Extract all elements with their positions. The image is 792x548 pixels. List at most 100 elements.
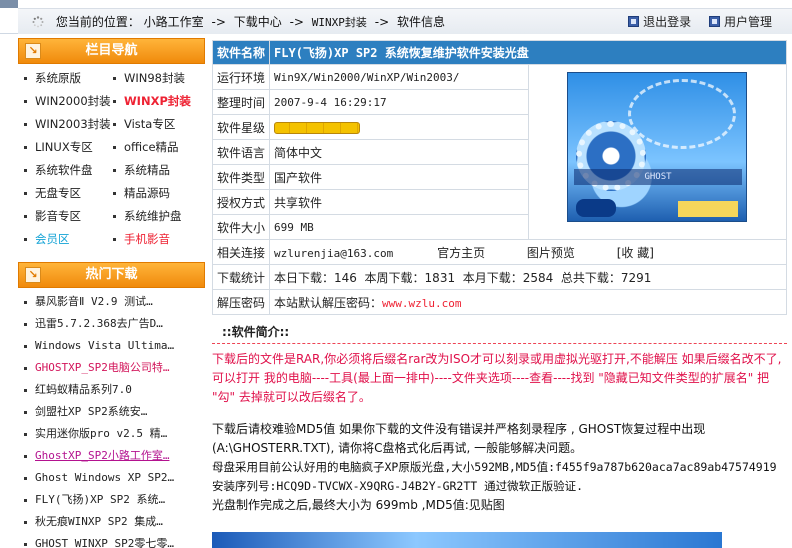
nav-item-mobile[interactable]: 手机影音 <box>113 228 202 251</box>
hot-item[interactable]: Ghost Windows XP SP2… <box>24 467 205 489</box>
favorite-link[interactable]: [收 藏] <box>617 246 654 260</box>
bullet-icon <box>113 169 116 172</box>
hot-item[interactable]: GHOSTXP_SP2电脑公司特… <box>24 357 205 379</box>
logout-link[interactable]: 退出登录 <box>643 15 691 29</box>
nav-panel-title: 栏目导航 <box>85 43 138 58</box>
hot-item[interactable]: 实用迷你版pro v2.5 精… <box>24 423 205 445</box>
hot-item[interactable]: GHOST WINXP_SP2零七零… <box>24 533 205 548</box>
breadcrumb: 您当前的位置： 小路工作室 -> 下载中心 -> WINXP封装 -> 软件信息 <box>32 13 445 30</box>
nav-item[interactable]: 系统软件盘 <box>24 159 113 182</box>
nav-item[interactable]: office精品 <box>113 136 202 159</box>
type-label: 软件类型 <box>211 164 271 190</box>
email-link[interactable]: wzlurenjia@163.com <box>274 247 393 260</box>
nav-item[interactable]: WIN98封装 <box>113 67 202 90</box>
breadcrumb-home[interactable]: 小路工作室 <box>144 15 204 29</box>
breadcrumb-separator: -> <box>211 15 226 29</box>
license-value: 共享软件 <box>269 189 529 215</box>
hot-item[interactable]: FLY(飞扬)XP SP2 系统… <box>24 489 205 511</box>
env-label: 运行环境 <box>211 64 271 90</box>
homepage-link[interactable]: 官方主页 <box>437 246 485 260</box>
bullet-icon <box>113 100 116 103</box>
hot-item[interactable]: 剑盟社XP SP2系统安… <box>24 401 205 423</box>
nav-item[interactable]: 影音专区 <box>24 205 113 228</box>
breadcrumb-separator: -> <box>374 15 390 29</box>
nav-item[interactable]: WIN2000封装 <box>24 90 113 113</box>
intro-final-size: 光盘制作完成之后,最终大小为 699mb ,MD5值:见贴图 <box>212 498 505 512</box>
bullet-icon <box>113 238 116 241</box>
user-admin-link[interactable]: 用户管理 <box>724 15 772 29</box>
unzip-text: 本站默认解压密码： <box>274 295 383 310</box>
lang-value: 简体中文 <box>269 139 529 165</box>
cover-logo <box>576 199 616 217</box>
rating-stars <box>274 121 361 134</box>
software-intro: ::软件简介:: 下载后的文件是RAR,你必须将后缀名rar改为ISO才可以刻录… <box>212 320 787 515</box>
bullet-icon <box>24 322 27 326</box>
nav-item[interactable]: 系统原版 <box>24 67 113 90</box>
intro-paragraph: 下载后请校难验MD5值 如果你下载的文件没有错误并严格刻录程序 , GHOST恢… <box>212 422 706 455</box>
nav-item[interactable]: 精品源码 <box>113 182 202 205</box>
bullet-icon <box>24 300 27 304</box>
bullet-icon <box>24 169 27 172</box>
hot-item-visited[interactable]: GhostXP_SP2小路工作室… <box>24 445 205 467</box>
bullet-icon <box>113 215 116 218</box>
lang-label: 软件语言 <box>211 139 271 165</box>
env-value: Win9X/Win2000/WinXP/Win2003/ <box>269 64 529 90</box>
info-table: 软件名称 FLY(飞扬)XP SP2 系统恢复维护软件安装光盘 运行环境 Win… <box>211 40 787 315</box>
nav-item[interactable]: 系统维护盘 <box>113 205 202 228</box>
nav-item-member[interactable]: 会员区 <box>24 228 113 251</box>
software-name: FLY(飞扬)XP SP2 系统恢复维护软件安装光盘 <box>269 40 787 65</box>
download-stats: 本日下载：146 本周下载：1831 本月下载：2584 总共下载：7291 <box>269 264 787 290</box>
bullet-icon <box>24 192 27 195</box>
bullet-icon <box>24 215 27 218</box>
breadcrumb-winxp[interactable]: WINXP封装 <box>312 16 367 29</box>
bullet-icon <box>24 100 27 103</box>
intro-serial: 安装序列号:HCQ9D-TVCWX-X9QRG-J4B2Y-GR2TT 通过微软… <box>212 479 584 493</box>
nav-item[interactable]: LINUX专区 <box>24 136 113 159</box>
title-row: 软件名称 FLY(飞扬)XP SP2 系统恢复维护软件安装光盘 <box>211 40 787 65</box>
intro-md5: 母盘采用目前公认好用的电脑疯子XP原版光盘,大小592MB,MD5值:f455f… <box>212 460 777 474</box>
nav-panel-header: ↘ 栏目导航 <box>18 38 205 64</box>
hot-panel-title: 热门下载 <box>85 267 138 282</box>
bullet-icon <box>113 123 116 126</box>
nav-item[interactable]: WIN2003封装 <box>24 113 113 136</box>
preview-link[interactable]: 图片预览 <box>527 246 575 260</box>
hot-item[interactable]: 秋无痕WINXP SP2 集成… <box>24 511 205 533</box>
loading-spinner-icon <box>32 16 44 28</box>
software-info: 软件名称 FLY(飞扬)XP SP2 系统恢复维护软件安装光盘 运行环境 Win… <box>211 40 787 315</box>
left-sidebar: ↘ 栏目导航 系统原版 WIN98封装 WIN2000封装 WINXP封装 WIN2… <box>18 38 205 548</box>
hot-item[interactable]: 暴风影音Ⅱ V2.9 测试… <box>24 291 205 313</box>
hot-item[interactable]: 迅雷5.7.2.368去广告D… <box>24 313 205 335</box>
intro-warning: 下载后的文件是RAR,你必须将后缀名rar改为ISO才可以刻录或用虚拟光驱打开,… <box>212 352 782 404</box>
unzip-site-link[interactable]: www.wzlu.com <box>382 297 461 310</box>
cover-image[interactable]: GHOST <box>567 72 747 222</box>
bullet-icon <box>24 542 27 546</box>
size-label: 软件大小 <box>211 214 271 240</box>
arrow-down-right-icon: ↘ <box>25 43 41 59</box>
top-bar: 您当前的位置： 小路工作室 -> 下载中心 -> WINXP封装 -> 软件信息… <box>0 0 792 34</box>
unzip-cell: 本站默认解压密码：www.wzlu.com <box>269 289 787 315</box>
bottom-banner-image <box>212 532 722 548</box>
breadcrumb-current: 软件信息 <box>396 15 445 29</box>
bullet-icon <box>113 192 116 195</box>
top-links: 退出登录 用户管理 <box>628 13 772 30</box>
nav-item[interactable]: 无盘专区 <box>24 182 113 205</box>
nav-item-active[interactable]: WINXP封装 <box>113 90 202 113</box>
bullet-icon <box>24 344 27 348</box>
bullet-icon <box>113 77 116 80</box>
bullet-icon <box>24 238 27 241</box>
nav-item[interactable]: Vista专区 <box>113 113 202 136</box>
breadcrumb-download-center[interactable]: 下载中心 <box>234 15 282 29</box>
time-value: 2007-9-4 16:29:17 <box>269 89 529 115</box>
related-links: wzlurenjia@163.com 官方主页 图片预览 [收 藏] <box>269 239 787 265</box>
nav-item[interactable]: 系统精品 <box>113 159 202 182</box>
hot-panel-header: ↘ 热门下载 <box>18 262 205 288</box>
bullet-icon <box>24 498 27 502</box>
hot-item[interactable]: 红蚂蚁精品系列7.0 <box>24 379 205 401</box>
size-value: 699 MB <box>269 214 529 240</box>
bullet-icon <box>24 77 27 80</box>
bullet-icon <box>24 146 27 149</box>
bullet-icon <box>24 366 27 370</box>
stars-label: 软件星级 <box>211 114 271 140</box>
related-label: 相关连接 <box>211 239 271 265</box>
hot-item[interactable]: Windows Vista Ultima… <box>24 335 205 357</box>
